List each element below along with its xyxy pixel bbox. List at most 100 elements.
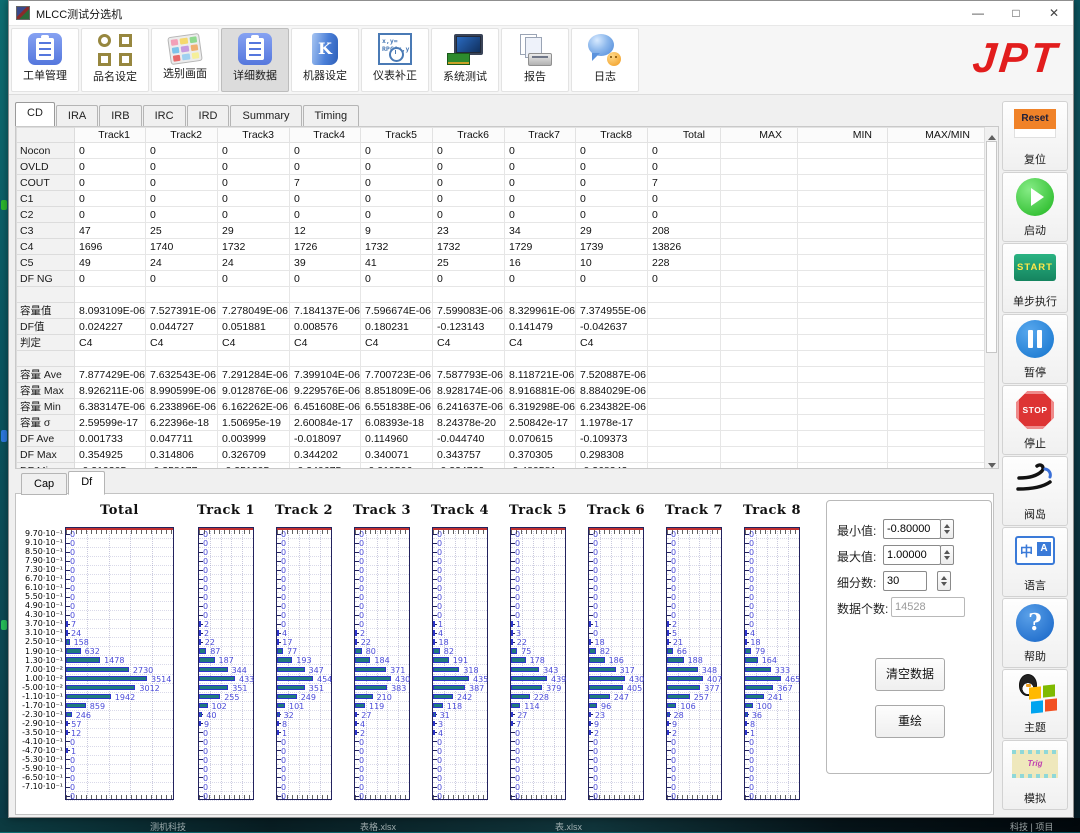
table-cell[interactable] <box>798 399 888 415</box>
table-cell[interactable]: 0 <box>146 143 218 159</box>
table-cell[interactable] <box>888 271 986 287</box>
table-cell[interactable] <box>798 415 888 431</box>
table-cell[interactable]: 0 <box>361 175 433 191</box>
table-cell[interactable] <box>721 207 798 223</box>
table-cell[interactable] <box>721 367 798 383</box>
table-cell[interactable]: 6.08393e-18 <box>361 415 433 431</box>
toolbar-button-sorting-screen[interactable]: 选别画面 <box>151 28 219 92</box>
table-cell[interactable]: 0 <box>75 159 146 175</box>
table-cell[interactable] <box>888 367 986 383</box>
table-cell[interactable]: 39 <box>290 255 361 271</box>
table-cell[interactable]: 0.003999 <box>218 431 290 447</box>
table-cell[interactable] <box>218 287 290 303</box>
table-cell[interactable]: 16 <box>505 255 576 271</box>
table-cell[interactable] <box>218 351 290 367</box>
table-cell[interactable]: 0 <box>218 143 290 159</box>
table-cell[interactable]: 8.118721E-06 <box>505 367 576 383</box>
sidebar-button-stop[interactable]: STOP停止 <box>1002 385 1068 455</box>
toolbar-button-meter-calibration[interactable]: x,y=RPC(x,y)仪表补正 <box>361 28 429 92</box>
table-cell[interactable]: 0 <box>505 271 576 287</box>
toolbar-button-detail-data[interactable]: 详细数据 <box>221 28 289 92</box>
table-cell[interactable] <box>648 287 721 303</box>
table-cell[interactable] <box>888 447 986 463</box>
table-cell[interactable] <box>146 287 218 303</box>
table-cell[interactable] <box>648 319 721 335</box>
table-cell[interactable] <box>798 143 888 159</box>
table-cell[interactable]: 0 <box>75 175 146 191</box>
table-cell[interactable] <box>888 335 986 351</box>
table-cell[interactable]: 0 <box>146 159 218 175</box>
table-cell[interactable]: 0.340071 <box>361 447 433 463</box>
scrollbar-thumb[interactable] <box>986 141 997 353</box>
table-cell[interactable] <box>888 175 986 191</box>
table-cell[interactable] <box>721 239 798 255</box>
table-cell[interactable]: 0 <box>505 191 576 207</box>
table-cell[interactable]: -0.319305 <box>75 463 146 470</box>
min-spinner[interactable] <box>940 519 954 539</box>
table-cell[interactable]: -0.358177 <box>146 463 218 470</box>
table-cell[interactable]: 0 <box>648 191 721 207</box>
table-cell[interactable]: -0.044740 <box>433 431 505 447</box>
table-cell[interactable]: 23 <box>433 223 505 239</box>
table-cell[interactable]: 0.070615 <box>505 431 576 447</box>
table-cell[interactable]: 0 <box>361 159 433 175</box>
table-cell[interactable]: 2.50842e-17 <box>505 415 576 431</box>
table-cell[interactable]: 0.326709 <box>218 447 290 463</box>
table-cell[interactable]: -0.042637 <box>576 319 648 335</box>
table-cell[interactable]: 0 <box>146 207 218 223</box>
table-cell[interactable]: 29 <box>218 223 290 239</box>
table-cell[interactable]: 0 <box>75 191 146 207</box>
table-cell[interactable]: 7 <box>290 175 361 191</box>
table-cell[interactable]: 0 <box>361 207 433 223</box>
table-cell[interactable]: 0.370305 <box>505 447 576 463</box>
table-cell[interactable]: 6.233896E-06 <box>146 399 218 415</box>
table-cell[interactable]: C4 <box>505 335 576 351</box>
table-cell[interactable] <box>888 287 986 303</box>
table-cell[interactable]: 1729 <box>505 239 576 255</box>
table-cell[interactable] <box>361 351 433 367</box>
table-cell[interactable]: 0.354925 <box>75 447 146 463</box>
table-cell[interactable]: 0 <box>146 175 218 191</box>
table-cell[interactable]: 9.012876E-06 <box>218 383 290 399</box>
table-cell[interactable]: C4 <box>361 335 433 351</box>
table-cell[interactable]: 6.162262E-06 <box>218 399 290 415</box>
table-cell[interactable] <box>888 399 986 415</box>
table-cell[interactable] <box>798 191 888 207</box>
table-cell[interactable] <box>721 287 798 303</box>
table-cell[interactable]: 1732 <box>218 239 290 255</box>
sidebar-button-start[interactable]: 启动 <box>1002 172 1068 242</box>
table-cell[interactable] <box>888 223 986 239</box>
table-cell[interactable] <box>576 287 648 303</box>
table-cell[interactable]: 0 <box>505 207 576 223</box>
table-cell[interactable]: 10 <box>576 255 648 271</box>
table-cell[interactable] <box>888 415 986 431</box>
table-cell[interactable]: 6.234382E-06 <box>576 399 648 415</box>
table-cell[interactable]: 41 <box>361 255 433 271</box>
table-cell[interactable]: 0 <box>505 143 576 159</box>
table-cell[interactable] <box>146 351 218 367</box>
table-cell[interactable]: -0.334769 <box>433 463 505 470</box>
table-cell[interactable]: 7.399104E-06 <box>290 367 361 383</box>
table-cell[interactable]: -0.109373 <box>576 431 648 447</box>
table-cell[interactable] <box>721 319 798 335</box>
table-cell[interactable] <box>798 287 888 303</box>
table-cell[interactable] <box>798 335 888 351</box>
table-cell[interactable] <box>888 463 986 470</box>
tab-summary[interactable]: Summary <box>230 105 301 126</box>
table-cell[interactable]: 0 <box>648 159 721 175</box>
table-cell[interactable] <box>361 287 433 303</box>
table-cell[interactable] <box>648 447 721 463</box>
table-cell[interactable] <box>505 287 576 303</box>
table-cell[interactable] <box>290 351 361 367</box>
table-cell[interactable] <box>798 255 888 271</box>
table-cell[interactable]: C4 <box>290 335 361 351</box>
table-cell[interactable]: 7.632543E-06 <box>146 367 218 383</box>
table-cell[interactable] <box>721 399 798 415</box>
maximize-button[interactable]: □ <box>997 1 1035 25</box>
table-cell[interactable] <box>721 431 798 447</box>
bottom-tab-df[interactable]: Df <box>68 471 105 495</box>
table-cell[interactable]: 0 <box>218 271 290 287</box>
close-button[interactable]: ✕ <box>1035 1 1073 25</box>
table-cell[interactable]: -0.319506 <box>361 463 433 470</box>
table-cell[interactable] <box>433 351 505 367</box>
